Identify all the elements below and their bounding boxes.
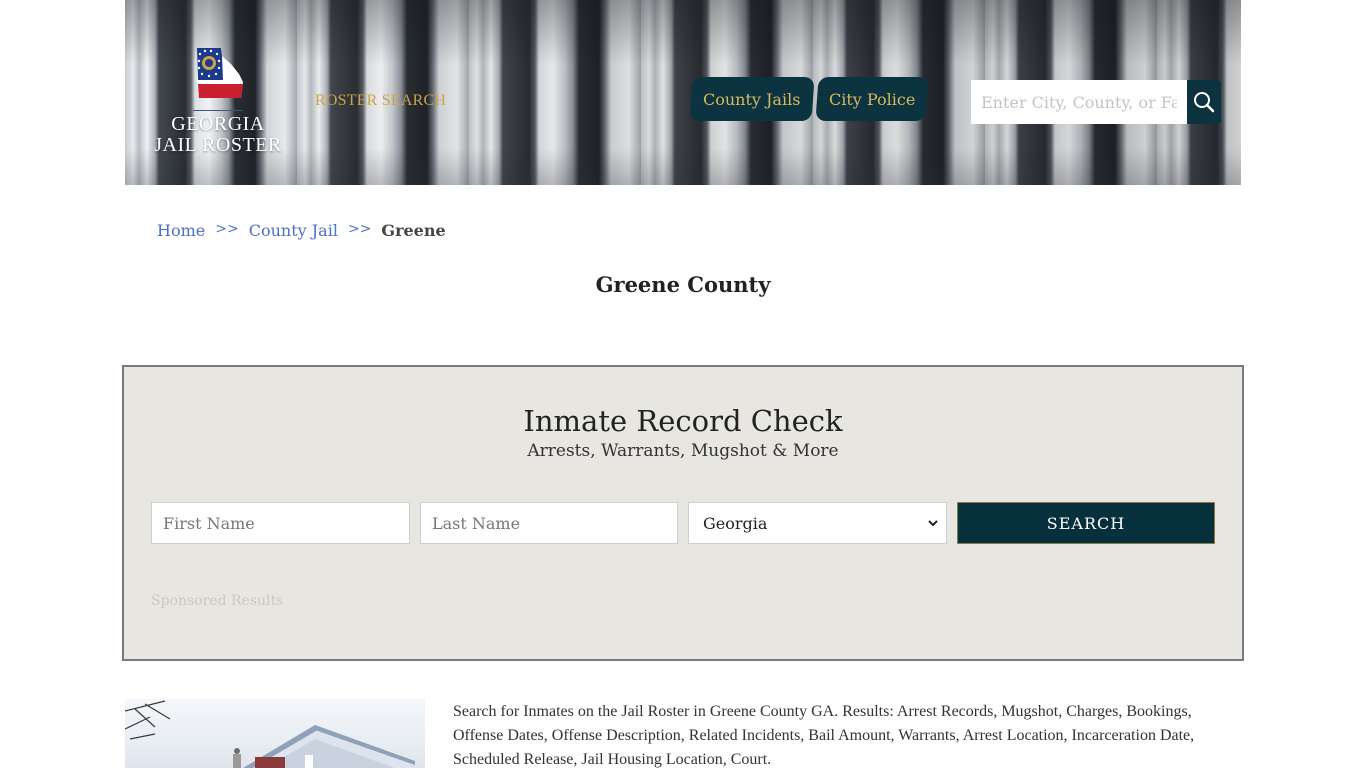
breadcrumb-separator: >> [347,221,372,237]
record-search-button[interactable]: SEARCH [957,502,1215,544]
site-header: GEORGIA JAIL ROSTER ROSTER SEARCH County… [125,0,1241,185]
georgia-map-flag-icon [197,48,243,98]
panel-subtitle: Arrests, Warrants, Mugshot & More [527,441,839,461]
page-title: Greene County [595,272,771,297]
site-logo[interactable]: GEORGIA JAIL ROSTER [153,46,283,166]
logo-line-2: JAIL ROSTER [154,134,282,156]
courthouse-illustration [125,700,425,768]
breadcrumb-separator: >> [215,221,239,237]
first-name-input[interactable] [151,502,410,544]
breadcrumb-county-jail[interactable]: County Jail [249,221,338,240]
nav-tab-county-jails[interactable]: County Jails [689,77,815,121]
nav-tab-label: County Jails [703,89,801,109]
state-select-value: Georgia [703,513,768,533]
sponsored-results-label: Sponsored Results [151,593,284,609]
chevron-down-icon [928,516,938,530]
breadcrumb-home[interactable]: Home [157,221,205,240]
panel-title: Inmate Record Check [523,404,843,438]
roster-search-link[interactable]: ROSTER SEARCH [315,92,446,110]
state-select[interactable]: Georgia [688,502,947,544]
last-name-input[interactable] [420,502,678,544]
county-description: Search for Inmates on the Jail Roster in… [453,703,1195,768]
search-icon [1194,92,1215,113]
breadcrumb: Home >> County Jail >> Greene [157,221,446,240]
facility-search-button[interactable] [1187,80,1221,124]
breadcrumb-current: Greene [381,221,446,240]
logo-line-1: GEORGIA [171,113,265,135]
nav-tab-label: City Police [828,89,916,109]
courthouse-image [125,699,425,768]
logo-divider [193,110,243,111]
facility-search-input[interactable] [971,80,1187,124]
nav-tab-city-police[interactable]: City Police [815,77,929,121]
logo-text: GEORGIA JAIL ROSTER [153,114,283,156]
inmate-record-check-panel: Inmate Record Check Arrests, Warrants, M… [122,365,1244,661]
